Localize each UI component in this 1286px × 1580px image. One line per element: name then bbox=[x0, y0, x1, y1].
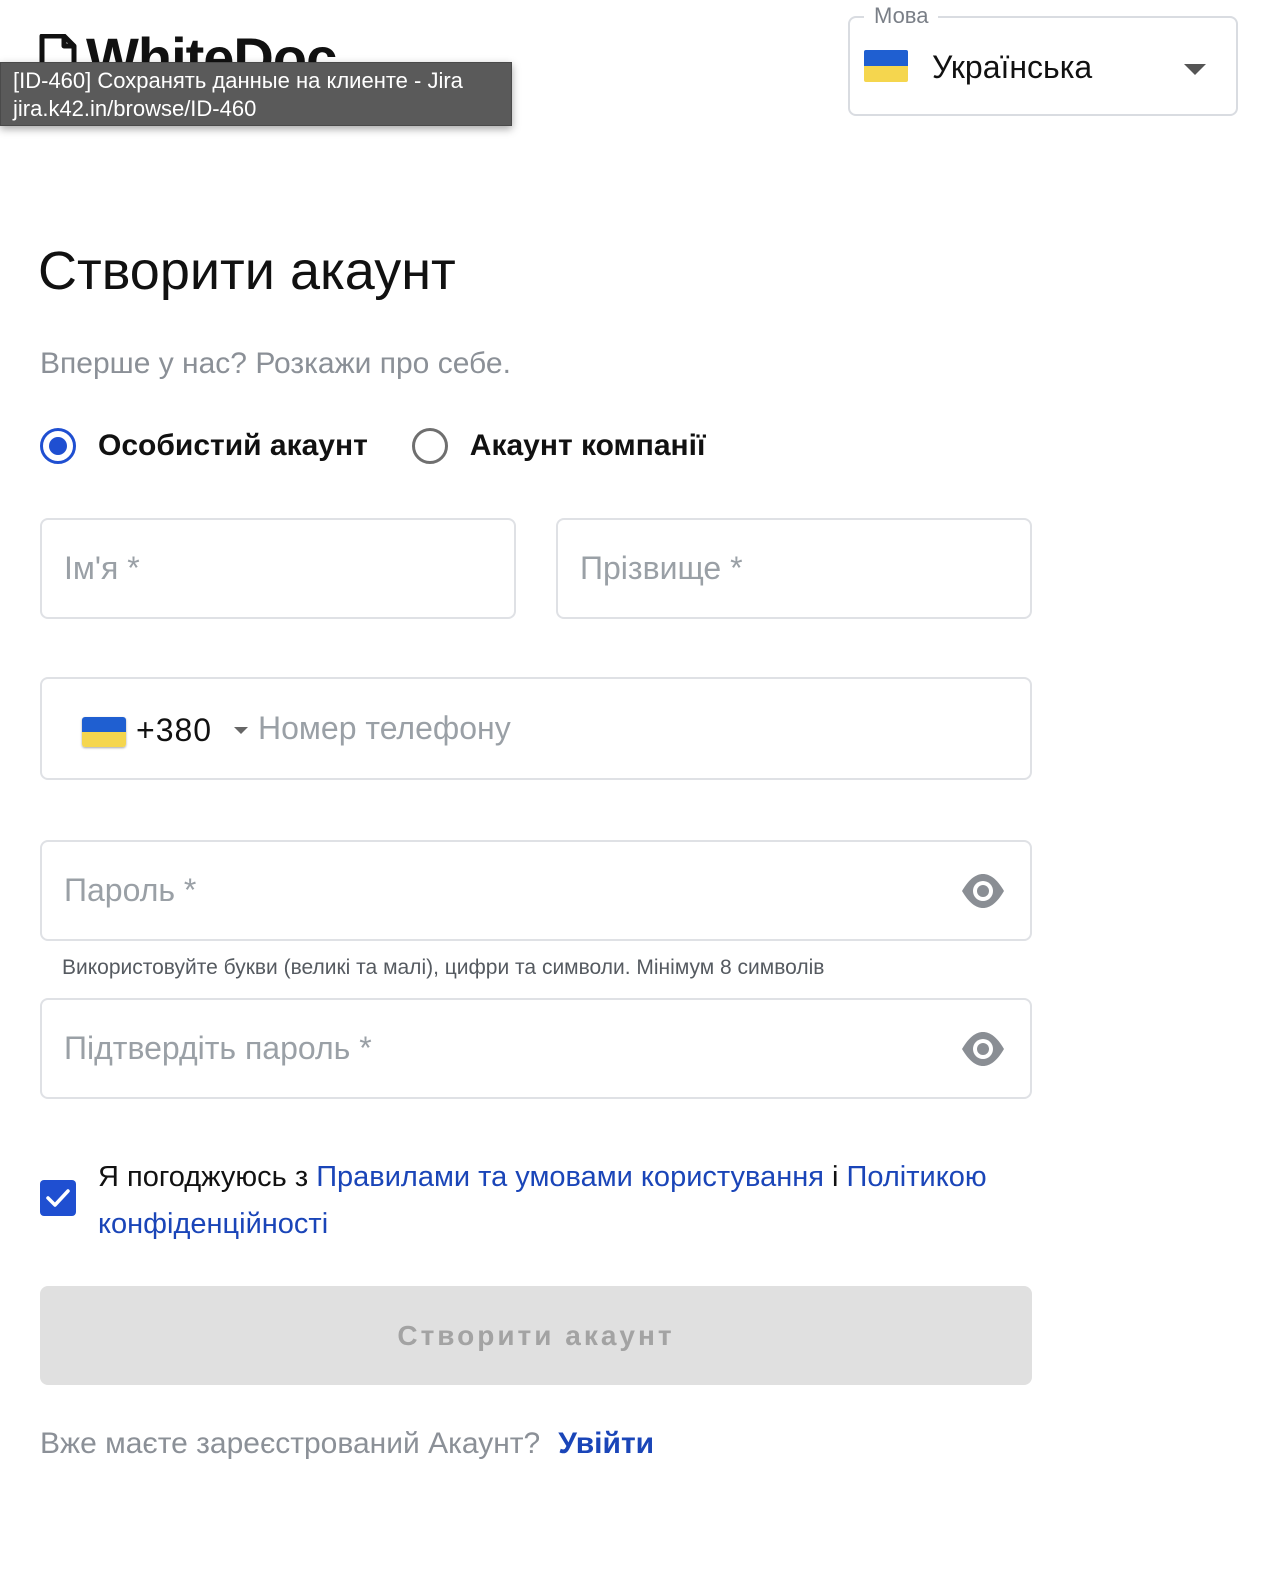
eye-icon[interactable] bbox=[960, 1028, 1006, 1070]
caret-down-icon bbox=[1184, 64, 1206, 75]
tooltip-url: jira.k42.in/browse/ID-460 bbox=[13, 96, 257, 121]
eye-icon[interactable] bbox=[960, 870, 1006, 912]
login-link[interactable]: Увійти bbox=[558, 1427, 654, 1460]
first-name-field bbox=[40, 518, 516, 619]
consent-prefix: Я погоджуюсь з bbox=[98, 1161, 317, 1193]
phone-field: +380 bbox=[40, 677, 1032, 780]
consent-checkbox[interactable] bbox=[40, 1180, 76, 1216]
radio-checked-icon[interactable] bbox=[40, 428, 76, 464]
language-select-label: Мова bbox=[864, 4, 939, 28]
ukraine-flag-icon bbox=[864, 50, 908, 82]
page-subtitle: Вперше у нас? Розкажи про себе. bbox=[40, 347, 511, 380]
login-question: Вже маєте зареєстрований Акаунт? bbox=[40, 1427, 541, 1460]
confirm-password-input[interactable] bbox=[42, 1000, 1030, 1097]
consent-text: Я погоджуюсь з Правилами та умовами кори… bbox=[98, 1154, 998, 1248]
page-title: Створити акаунт bbox=[38, 241, 456, 301]
password-hint: Використовуйте букви (великі та малі), ц… bbox=[62, 956, 825, 979]
password-field bbox=[40, 840, 1032, 941]
account-type-group: Особистий акаунт Акаунт компанії bbox=[40, 424, 705, 468]
last-name-input[interactable] bbox=[558, 520, 1030, 617]
tooltip-title: [ID-460] Сохранять данные на клиенте - J… bbox=[13, 68, 463, 93]
radio-personal-account[interactable]: Особистий акаунт bbox=[40, 428, 368, 464]
radio-personal-account-label: Особистий акаунт bbox=[98, 429, 368, 462]
create-account-button[interactable]: Створити акаунт bbox=[40, 1286, 1032, 1385]
link-tooltip: [ID-460] Сохранять данные на клиенте - J… bbox=[0, 62, 512, 126]
consent-conjunction: і bbox=[823, 1161, 847, 1193]
radio-unchecked-icon[interactable] bbox=[411, 428, 448, 464]
language-select-value: Українська bbox=[932, 49, 1093, 85]
first-name-input[interactable] bbox=[42, 520, 514, 617]
radio-company-account-label: Акаунт компанії bbox=[469, 429, 706, 462]
language-select[interactable]: Мова Українська bbox=[848, 4, 1238, 116]
login-prompt: Вже маєте зареєстрований Акаунт? Увійти bbox=[40, 1424, 654, 1464]
terms-link[interactable]: Правилами та умовами користування bbox=[316, 1161, 824, 1193]
phone-input[interactable] bbox=[42, 679, 1030, 778]
confirm-password-field bbox=[40, 998, 1032, 1099]
checkmark-icon bbox=[46, 1189, 70, 1207]
radio-company-account[interactable]: Акаунт компанії bbox=[411, 428, 706, 464]
password-input[interactable] bbox=[42, 842, 1030, 939]
last-name-field bbox=[556, 518, 1032, 619]
